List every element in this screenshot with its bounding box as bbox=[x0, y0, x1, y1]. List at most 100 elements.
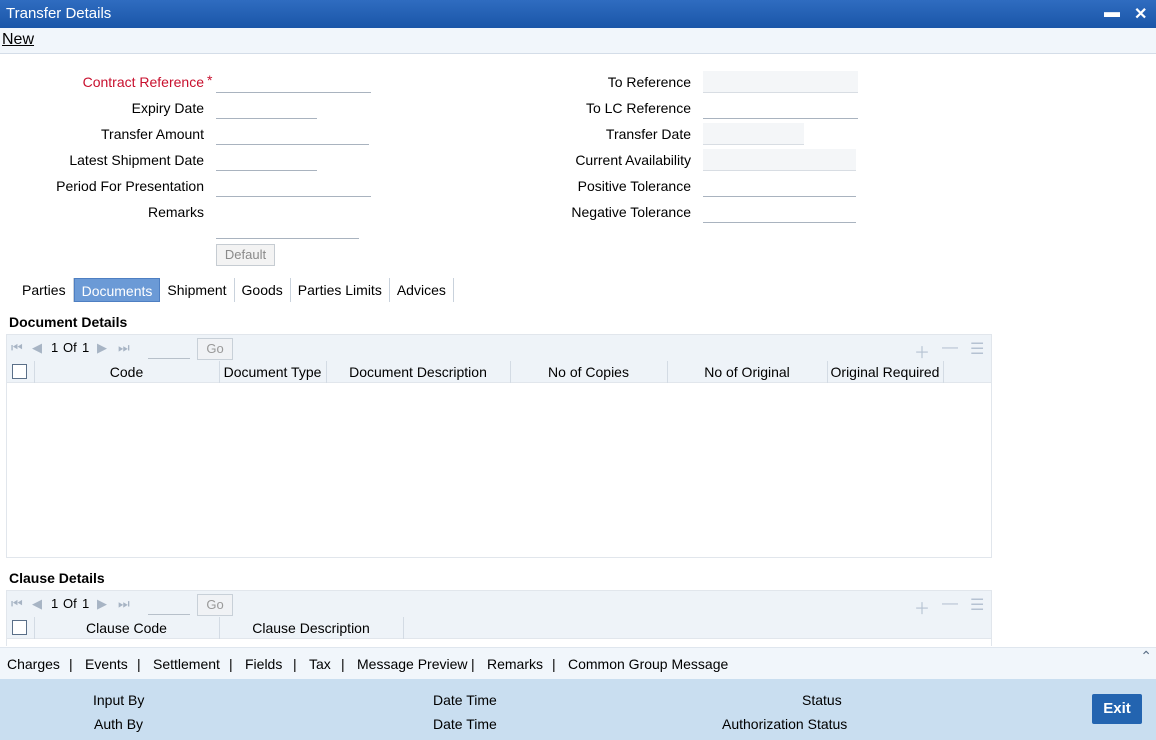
document-details-grid: ⏮ ◀ 1 Of 1 ▶ ⏭ Go ＋ — ☰ Code Document Ty… bbox=[6, 334, 992, 558]
to-lc-reference-input[interactable] bbox=[703, 97, 858, 119]
add-row-icon[interactable]: ＋ bbox=[914, 339, 930, 363]
column-code[interactable]: Code bbox=[34, 364, 219, 380]
tab-advices[interactable]: Advices bbox=[390, 278, 454, 302]
footer-link-bar: Charges | Events | Settlement | Fields |… bbox=[0, 647, 1156, 679]
events-link[interactable]: Events bbox=[85, 656, 128, 672]
close-icon[interactable]: ✕ bbox=[1134, 4, 1147, 24]
delete-row-icon[interactable]: — bbox=[942, 339, 958, 357]
add-row-icon[interactable]: ＋ bbox=[914, 595, 930, 619]
column-separator bbox=[403, 617, 404, 639]
previous-page-icon[interactable]: ◀ bbox=[32, 596, 42, 612]
input-by-label: Input By bbox=[93, 692, 145, 708]
clause-details-grid: ⏮ ◀ 1 Of 1 ▶ ⏭ Go ＋ — ☰ Clause Code Clau… bbox=[6, 590, 992, 646]
collapse-icon[interactable]: ⌃ bbox=[1140, 648, 1152, 665]
tab-strip: Parties Documents Shipment Goods Parties… bbox=[15, 278, 454, 302]
auth-date-time-label: Date Time bbox=[433, 716, 497, 732]
transfer-amount-input[interactable] bbox=[216, 123, 369, 145]
latest-shipment-date-input[interactable] bbox=[216, 149, 317, 171]
column-document-type[interactable]: Document Type bbox=[219, 364, 326, 380]
column-clause-description[interactable]: Clause Description bbox=[219, 620, 403, 636]
link-separator: | bbox=[471, 656, 475, 672]
view-row-icon[interactable]: ☰ bbox=[970, 339, 984, 359]
go-button[interactable]: Go bbox=[197, 594, 233, 616]
remarks-link[interactable]: Remarks bbox=[487, 656, 543, 672]
to-reference-label: To Reference bbox=[607, 74, 691, 90]
link-separator: | bbox=[69, 656, 73, 672]
link-separator: | bbox=[341, 656, 345, 672]
transfer-date-input[interactable] bbox=[703, 123, 804, 145]
view-row-icon[interactable]: ☰ bbox=[970, 595, 984, 615]
clause-grid-header: Clause Code Clause Description bbox=[7, 617, 991, 639]
input-date-time-label: Date Time bbox=[433, 692, 497, 708]
settlement-link[interactable]: Settlement bbox=[153, 656, 220, 672]
to-lc-reference-label: To LC Reference bbox=[585, 100, 691, 116]
message-preview-link[interactable]: Message Preview bbox=[357, 656, 468, 672]
page-of-label: Of bbox=[63, 596, 77, 611]
total-pages: 1 bbox=[82, 596, 90, 611]
tab-parties-limits[interactable]: Parties Limits bbox=[291, 278, 390, 302]
select-all-checkbox[interactable] bbox=[12, 620, 27, 635]
document-pager: ⏮ ◀ 1 Of 1 ▶ ⏭ Go ＋ — ☰ bbox=[7, 335, 991, 363]
last-page-icon[interactable]: ⏭ bbox=[118, 340, 130, 356]
fields-link[interactable]: Fields bbox=[245, 656, 282, 672]
authorization-status-label: Authorization Status bbox=[722, 716, 848, 732]
current-page: 1 bbox=[51, 340, 59, 355]
link-separator: | bbox=[293, 656, 297, 672]
current-availability-input[interactable] bbox=[703, 149, 856, 171]
clause-details-title: Clause Details bbox=[9, 570, 105, 586]
charges-link[interactable]: Charges bbox=[7, 656, 60, 672]
column-original-required[interactable]: Original Required bbox=[827, 364, 943, 380]
next-page-icon[interactable]: ▶ bbox=[97, 340, 107, 356]
exit-button[interactable]: Exit bbox=[1092, 694, 1142, 724]
common-group-message-link[interactable]: Common Group Message bbox=[568, 656, 728, 672]
period-for-presentation-input[interactable] bbox=[216, 175, 371, 197]
column-clause-code[interactable]: Clause Code bbox=[34, 620, 219, 636]
column-no-of-copies[interactable]: No of Copies bbox=[510, 364, 667, 380]
positive-tolerance-label: Positive Tolerance bbox=[577, 178, 691, 194]
default-button[interactable]: Default bbox=[216, 244, 275, 266]
status-label: Status bbox=[802, 692, 842, 708]
menu-bar: New bbox=[0, 28, 1156, 54]
tab-parties[interactable]: Parties bbox=[15, 278, 74, 302]
tab-documents[interactable]: Documents bbox=[73, 278, 161, 302]
remarks-input[interactable] bbox=[216, 217, 359, 239]
new-link[interactable]: New bbox=[2, 31, 34, 49]
remarks-label: Remarks bbox=[147, 204, 204, 220]
first-page-icon[interactable]: ⏮ bbox=[11, 340, 23, 356]
page-number-input[interactable] bbox=[148, 339, 190, 359]
negative-tolerance-label: Negative Tolerance bbox=[571, 204, 691, 220]
link-separator: | bbox=[137, 656, 141, 672]
page-number-input[interactable] bbox=[148, 595, 190, 615]
total-pages: 1 bbox=[82, 340, 90, 355]
window-title-bar: Transfer Details ▬ ✕ bbox=[0, 0, 1156, 28]
next-page-icon[interactable]: ▶ bbox=[97, 596, 107, 612]
last-page-icon[interactable]: ⏭ bbox=[118, 596, 130, 612]
document-grid-header: Code Document Type Document Description … bbox=[7, 361, 991, 383]
negative-tolerance-input[interactable] bbox=[703, 201, 856, 223]
column-document-description[interactable]: Document Description bbox=[326, 364, 510, 380]
transfer-date-label: Transfer Date bbox=[605, 126, 691, 142]
previous-page-icon[interactable]: ◀ bbox=[32, 340, 42, 356]
transfer-amount-label: Transfer Amount bbox=[101, 126, 204, 142]
tax-link[interactable]: Tax bbox=[309, 656, 331, 672]
positive-tolerance-input[interactable] bbox=[703, 175, 856, 197]
tab-shipment[interactable]: Shipment bbox=[160, 278, 235, 302]
delete-row-icon[interactable]: — bbox=[942, 595, 958, 613]
tab-goods[interactable]: Goods bbox=[235, 278, 291, 302]
go-button[interactable]: Go bbox=[197, 338, 233, 360]
link-separator: | bbox=[229, 656, 233, 672]
contract-reference-input[interactable] bbox=[216, 71, 371, 93]
to-reference-input[interactable] bbox=[703, 71, 858, 93]
column-separator bbox=[943, 361, 944, 383]
audit-status-bar: Input By Auth By Date Time Date Time Sta… bbox=[0, 679, 1156, 740]
minimize-icon[interactable]: ▬ bbox=[1104, 4, 1120, 22]
select-all-checkbox[interactable] bbox=[12, 364, 27, 379]
column-no-of-original[interactable]: No of Original bbox=[667, 364, 827, 380]
window-title: Transfer Details bbox=[6, 5, 112, 22]
auth-by-label: Auth By bbox=[94, 716, 144, 732]
first-page-icon[interactable]: ⏮ bbox=[11, 596, 23, 612]
period-for-presentation-label: Period For Presentation bbox=[56, 178, 204, 194]
expiry-date-input[interactable] bbox=[216, 97, 317, 119]
page-of-label: Of bbox=[63, 340, 77, 355]
clause-pager: ⏮ ◀ 1 Of 1 ▶ ⏭ Go ＋ — ☰ bbox=[7, 591, 991, 619]
